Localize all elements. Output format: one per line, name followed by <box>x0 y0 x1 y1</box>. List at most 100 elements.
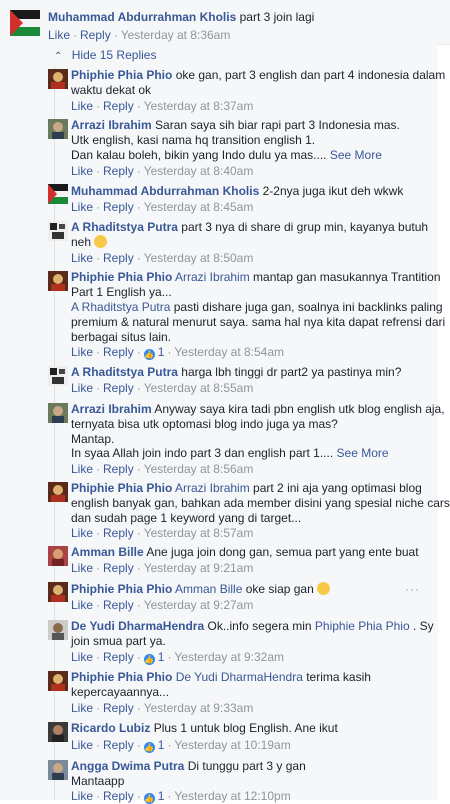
commenter-name[interactable]: Phiphie Phia Phio <box>71 68 172 82</box>
timestamp[interactable]: Yesterday at 8:36am <box>121 28 231 42</box>
like-reaction-icon[interactable]: 👍 <box>143 654 155 665</box>
timestamp[interactable]: Yesterday at 8:57am <box>144 526 254 540</box>
avatar[interactable] <box>48 620 68 640</box>
commenter-name[interactable]: Arrazi Ibrahim <box>71 402 152 416</box>
avatar[interactable] <box>48 482 68 502</box>
commenter-name[interactable]: Phiphie Phia Phio <box>71 670 172 684</box>
like-reaction-icon[interactable]: 👍 <box>143 349 155 360</box>
commenter-name[interactable]: Muhammad Abdurrahman Kholis <box>71 184 259 198</box>
timestamp[interactable]: Yesterday at 8:56am <box>144 462 254 476</box>
commenter-name[interactable]: Arrazi Ibrahim <box>71 118 152 132</box>
like-link[interactable]: Like <box>71 251 93 265</box>
avatar[interactable] <box>48 69 68 89</box>
reply-text: Angga Dwima Putra Di tunggu part 3 y gan <box>71 759 306 773</box>
like-reaction-icon[interactable]: 👍 <box>143 742 155 753</box>
commenter-name[interactable]: Phiphie Phia Phio <box>71 481 172 495</box>
reply-text-line: premium & natural menurut saya. sama hal… <box>71 315 446 329</box>
commenter-name[interactable]: Phiphie Phia Phio <box>71 582 172 596</box>
commenter-name[interactable]: De Yudi DharmaHendra <box>71 619 204 633</box>
timestamp[interactable]: Yesterday at 12:10pm <box>174 789 290 803</box>
reply-meta: Like · Reply · 👍 1 · Yesterday at 10:19am <box>71 738 291 753</box>
more-options-icon[interactable]: ··· <box>405 582 420 596</box>
commenter-name[interactable]: Amman Bille <box>71 545 144 559</box>
like-link[interactable]: Like <box>71 650 93 664</box>
reply-text: A Rhaditstya Putra harga lbh tinggi dr p… <box>71 365 402 379</box>
reply-link[interactable]: Reply <box>103 251 134 265</box>
reply-link[interactable]: Reply <box>103 738 134 752</box>
commenter-name[interactable]: Phiphie Phia Phio <box>71 270 172 284</box>
avatar[interactable] <box>48 671 68 691</box>
avatar[interactable] <box>48 184 68 204</box>
like-link[interactable]: Like <box>71 789 93 803</box>
reply-link[interactable]: Reply <box>103 462 134 476</box>
timestamp[interactable]: Yesterday at 8:55am <box>144 381 254 395</box>
mention-link[interactable]: Arrazi Ibrahim <box>175 270 250 284</box>
timestamp[interactable]: Yesterday at 8:37am <box>144 99 254 113</box>
timestamp[interactable]: Yesterday at 8:40am <box>144 164 254 178</box>
avatar[interactable] <box>48 366 68 386</box>
like-link[interactable]: Like <box>71 381 93 395</box>
top-comment-meta: Like · Reply · Yesterday at 8:36am <box>48 28 231 42</box>
timestamp[interactable]: Yesterday at 9:27am <box>144 598 254 612</box>
avatar[interactable] <box>48 119 68 139</box>
like-reaction-icon[interactable]: 👍 <box>143 793 155 804</box>
reply-link[interactable]: Reply <box>103 526 134 540</box>
reply-link[interactable]: Reply <box>103 650 134 664</box>
mention-link[interactable]: Phiphie Phia Phio <box>315 619 410 633</box>
reply-link[interactable]: Reply <box>103 789 134 803</box>
timestamp[interactable]: Yesterday at 8:54am <box>174 345 284 359</box>
reply-text-line: berbagai situs lain. <box>71 330 172 344</box>
mention-link[interactable]: A Rhaditstya Putra <box>71 300 170 314</box>
avatar[interactable] <box>10 10 40 36</box>
mention-link[interactable]: De Yudi DharmaHendra <box>176 670 303 684</box>
like-link[interactable]: Like <box>71 561 93 575</box>
like-link[interactable]: Like <box>71 99 93 113</box>
commenter-name[interactable]: Muhammad Abdurrahman Kholis <box>48 10 236 24</box>
avatar[interactable] <box>48 722 68 742</box>
reply-meta: Like · Reply · Yesterday at 8:57am <box>71 526 254 540</box>
reply-link[interactable]: Reply <box>103 200 134 214</box>
see-more-link[interactable]: See More <box>330 148 382 162</box>
like-link[interactable]: Like <box>71 738 93 752</box>
reply-link[interactable]: Reply <box>103 561 134 575</box>
reply-text-line: neh <box>71 235 108 250</box>
reply-link[interactable]: Reply <box>80 28 111 42</box>
like-link[interactable]: Like <box>71 200 93 214</box>
commenter-name[interactable]: A Rhaditstya Putra <box>71 220 178 234</box>
hide-replies-link[interactable]: ⌃ Hide 15 Replies <box>54 48 156 62</box>
like-link[interactable]: Like <box>71 345 93 359</box>
timestamp[interactable]: Yesterday at 8:45am <box>144 200 254 214</box>
commenter-name[interactable]: Angga Dwima Putra <box>71 759 184 773</box>
avatar[interactable] <box>48 271 68 291</box>
commenter-name[interactable]: A Rhaditstya Putra <box>71 365 178 379</box>
reply-link[interactable]: Reply <box>103 99 134 113</box>
like-link[interactable]: Like <box>71 526 93 540</box>
timestamp[interactable]: Yesterday at 10:19am <box>174 738 290 752</box>
timestamp[interactable]: Yesterday at 9:21am <box>144 561 254 575</box>
reply-link[interactable]: Reply <box>103 701 134 715</box>
mention-link[interactable]: Amman Bille <box>175 582 242 596</box>
like-link[interactable]: Like <box>48 28 70 42</box>
reply-text: Amman Bille Ane juga join dong gan, semu… <box>71 545 419 559</box>
see-more-link[interactable]: See More <box>337 446 389 460</box>
mention-link[interactable]: Arrazi Ibrahim <box>175 481 250 495</box>
reply-text: Phiphie Phia Phio Arrazi Ibrahim part 2 … <box>71 481 422 495</box>
like-link[interactable]: Like <box>71 462 93 476</box>
reply-link[interactable]: Reply <box>103 381 134 395</box>
reply-link[interactable]: Reply <box>103 598 134 612</box>
avatar[interactable] <box>48 582 68 602</box>
timestamp[interactable]: Yesterday at 9:32am <box>174 650 284 664</box>
timestamp[interactable]: Yesterday at 8:50am <box>144 251 254 265</box>
timestamp[interactable]: Yesterday at 9:33am <box>144 701 254 715</box>
avatar[interactable] <box>48 221 68 241</box>
avatar[interactable] <box>48 403 68 423</box>
avatar[interactable] <box>48 760 68 780</box>
like-link[interactable]: Like <box>71 701 93 715</box>
reply-link[interactable]: Reply <box>103 345 134 359</box>
reply-link[interactable]: Reply <box>103 164 134 178</box>
like-link[interactable]: Like <box>71 164 93 178</box>
commenter-name[interactable]: Ricardo Lubiz <box>71 721 150 735</box>
avatar[interactable] <box>48 546 68 566</box>
like-link[interactable]: Like <box>71 598 93 612</box>
rail-indent <box>22 44 46 800</box>
